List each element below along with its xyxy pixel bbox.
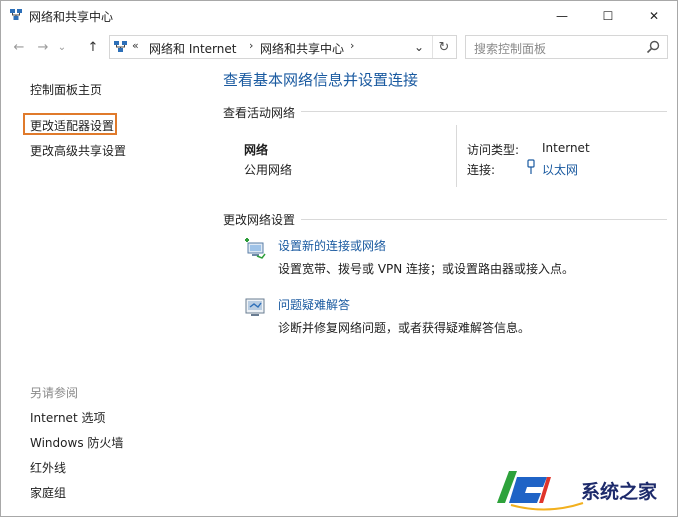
address-dropdown-button[interactable]: ⌄ xyxy=(410,38,428,56)
network-app-icon xyxy=(10,9,22,20)
active-networks-heading: 查看活动网络 xyxy=(223,104,302,121)
forward-arrow-icon: → xyxy=(37,39,49,55)
back-button[interactable]: ← xyxy=(9,37,29,57)
breadcrumb-network-internet[interactable]: 网络和 Internet xyxy=(149,40,236,57)
refresh-icon: ↻ xyxy=(438,39,450,55)
setup-new-connection-desc: 设置宽带、拨号或 VPN 连接；或设置路由器或接入点。 xyxy=(278,262,575,276)
connections-label: 连接: xyxy=(467,163,496,177)
see-also-label: 另请参阅 xyxy=(30,386,79,400)
watermark: 系统之家 xyxy=(487,463,677,515)
search-box[interactable]: 搜索控制面板 xyxy=(465,35,668,59)
minimize-button[interactable]: — xyxy=(539,1,585,31)
forward-button[interactable]: → xyxy=(33,37,53,57)
close-button[interactable]: ✕ xyxy=(631,1,677,31)
breadcrumb-separator[interactable]: › xyxy=(350,39,354,52)
breadcrumb-overflow[interactable]: « xyxy=(132,39,139,52)
troubleshoot-link[interactable]: 问题疑难解答 xyxy=(278,296,350,313)
network-info-divider xyxy=(456,125,457,187)
network-sharing-center-window: 网络和共享中心 — ☐ ✕ ← → ⌄ ↑ « 网络和 Internet › 网… xyxy=(0,0,678,517)
close-icon: ✕ xyxy=(648,9,660,23)
window-title: 网络和共享中心 xyxy=(29,10,114,24)
chevron-down-icon: ⌄ xyxy=(57,41,67,53)
new-connection-icon xyxy=(245,238,266,259)
watermark-text: 系统之家 xyxy=(581,481,658,503)
control-panel-icon xyxy=(114,41,127,52)
breadcrumb-sharing-center[interactable]: 网络和共享中心 xyxy=(260,40,344,57)
sidebar-change-advanced-sharing[interactable]: 更改高级共享设置 xyxy=(30,142,126,159)
sidebar-change-adapter-settings[interactable]: 更改适配器设置 xyxy=(30,117,114,134)
ethernet-connection-link[interactable]: 以太网 xyxy=(542,161,578,178)
maximize-button[interactable]: ☐ xyxy=(585,1,631,31)
access-type-value: Internet xyxy=(542,141,590,155)
up-arrow-icon: ↑ xyxy=(87,39,99,55)
change-settings-heading: 更改网络设置 xyxy=(223,211,302,228)
network-type: 公用网络 xyxy=(244,163,293,177)
access-type-label: 访问类型: xyxy=(467,143,520,157)
minimize-icon: — xyxy=(556,9,568,23)
chevron-down-icon: ⌄ xyxy=(413,40,425,54)
sidebar-control-panel-home[interactable]: 控制面板主页 xyxy=(30,81,102,98)
setup-new-connection-link[interactable]: 设置新的连接或网络 xyxy=(278,237,386,254)
breadcrumb-separator[interactable]: › xyxy=(249,39,253,52)
maximize-icon: ☐ xyxy=(602,9,614,23)
troubleshoot-desc: 诊断并修复网络问题，或者获得疑难解答信息。 xyxy=(278,321,531,335)
search-icon xyxy=(646,40,660,54)
see-also-internet-options[interactable]: Internet 选项 xyxy=(30,409,105,426)
ethernet-icon xyxy=(527,159,535,174)
search-placeholder: 搜索控制面板 xyxy=(474,42,547,56)
page-title: 查看基本网络信息并设置连接 xyxy=(223,71,419,89)
title-bar[interactable]: 网络和共享中心 — ☐ ✕ xyxy=(1,1,677,31)
recent-locations-button[interactable]: ⌄ xyxy=(55,37,69,57)
see-also-homegroup[interactable]: 家庭组 xyxy=(30,484,66,501)
network-name: 网络 xyxy=(244,143,269,157)
back-arrow-icon: ← xyxy=(13,39,25,55)
see-also-infrared[interactable]: 红外线 xyxy=(30,459,66,476)
address-bar[interactable]: « 网络和 Internet › 网络和共享中心 › ⌄ ↻ xyxy=(109,35,457,59)
up-button[interactable]: ↑ xyxy=(83,37,103,57)
see-also-windows-firewall[interactable]: Windows 防火墙 xyxy=(30,434,123,451)
refresh-button[interactable]: ↻ xyxy=(432,36,455,58)
troubleshoot-icon xyxy=(245,298,265,316)
